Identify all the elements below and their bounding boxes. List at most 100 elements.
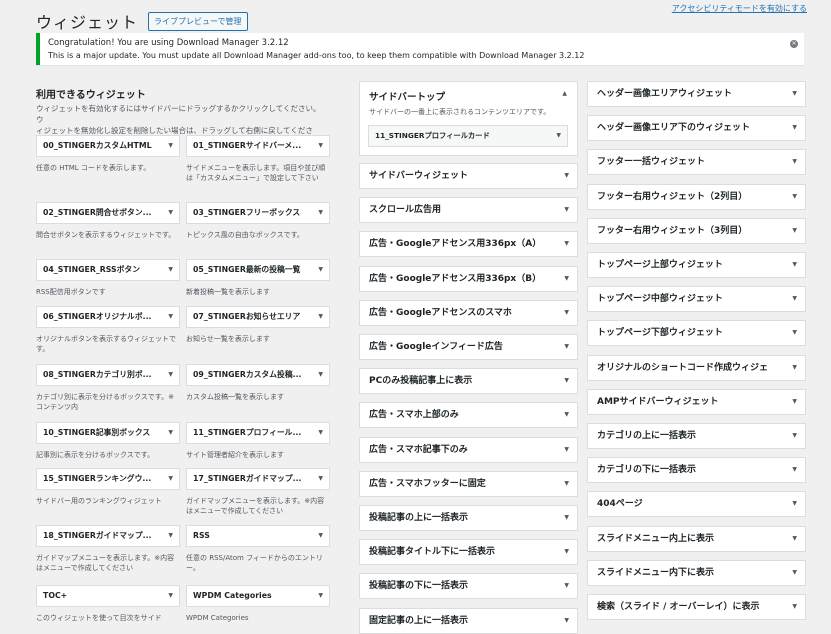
widget-area[interactable]: AMPサイドバーウィジェット ▼ — [587, 388, 806, 415]
widget-area[interactable]: フッター右用ウィジェット（2列目） ▼ — [587, 183, 806, 210]
widget-item[interactable]: 04_STINGER_RSSボタン ▼ — [36, 259, 180, 281]
chevron-down-icon[interactable]: ▼ — [792, 561, 797, 585]
chevron-down-icon[interactable]: ▼ — [564, 506, 569, 530]
chevron-down-icon[interactable]: ▼ — [318, 586, 323, 606]
chevron-down-icon[interactable]: ▼ — [792, 321, 797, 345]
widget-item[interactable]: WPDM Categories ▼ — [186, 585, 330, 607]
widget-area[interactable]: PCのみ投稿記事上に表示 ▼ — [359, 368, 578, 395]
widget-item[interactable]: 02_STINGER問合せボタン... ▼ — [36, 202, 180, 224]
chevron-down-icon[interactable]: ▼ — [792, 390, 797, 414]
widget-area[interactable]: ヘッダー画像エリアウィジェット ▼ — [587, 81, 806, 107]
chevron-down-icon[interactable]: ▼ — [792, 116, 797, 140]
chevron-down-icon[interactable]: ▼ — [168, 469, 173, 489]
widget-area[interactable]: スライドメニュー内下に表示 ▼ — [587, 559, 806, 586]
chevron-down-icon[interactable]: ▼ — [556, 126, 561, 146]
widget-area[interactable]: トップページ下部ウィジェット ▼ — [587, 320, 806, 347]
widget-area[interactable]: 広告・Googleアドセンス用336px（B） ▼ — [359, 265, 578, 292]
chevron-down-icon[interactable]: ▼ — [318, 203, 323, 223]
chevron-down-icon[interactable]: ▼ — [318, 365, 323, 385]
chevron-down-icon[interactable]: ▼ — [564, 369, 569, 393]
widget-item[interactable]: 11_STINGERプロフィール... ▼ — [186, 422, 330, 444]
chevron-down-icon[interactable]: ▼ — [564, 438, 569, 462]
widget-item[interactable]: 15_STINGERランキングウ... ▼ — [36, 468, 180, 490]
chevron-down-icon[interactable]: ▼ — [564, 574, 569, 598]
chevron-down-icon[interactable]: ▼ — [792, 253, 797, 277]
chevron-down-icon[interactable]: ▼ — [168, 260, 173, 280]
chevron-down-icon[interactable]: ▼ — [792, 424, 797, 448]
widget-item[interactable]: RSS ▼ — [186, 525, 330, 547]
chevron-down-icon[interactable]: ▼ — [318, 136, 323, 156]
widget-area[interactable]: カテゴリの下に一括表示 ▼ — [587, 457, 806, 484]
chevron-down-icon[interactable]: ▼ — [168, 586, 173, 606]
widget-area[interactable]: カテゴリの上に一括表示 ▼ — [587, 423, 806, 449]
widget-area[interactable]: スライドメニュー内上に表示 ▼ — [587, 525, 806, 552]
chevron-down-icon[interactable]: ▼ — [564, 403, 569, 427]
chevron-up-icon[interactable]: ▲ — [562, 90, 567, 97]
chevron-down-icon[interactable]: ▼ — [564, 540, 569, 564]
widget-area[interactable]: 広告・スマホ記事下のみ ▼ — [359, 436, 578, 463]
chevron-down-icon[interactable]: ▼ — [564, 335, 569, 359]
chevron-down-icon[interactable]: ▼ — [792, 150, 797, 174]
chevron-down-icon[interactable]: ▼ — [318, 260, 323, 280]
widget-item[interactable]: 01_STINGERサイドバーメ... ▼ — [186, 135, 330, 157]
chevron-down-icon[interactable]: ▼ — [168, 526, 173, 546]
widget-item[interactable]: 06_STINGERオリジナルボ... ▼ — [36, 306, 180, 328]
widget-area[interactable]: オリジナルのショートコード作成ウィジェ ▼ — [587, 354, 806, 381]
widget-item[interactable]: 00_STINGERカスタムHTML ▼ — [36, 135, 180, 157]
widget-area[interactable]: スクロール広告用 ▼ — [359, 197, 578, 224]
widget-area[interactable]: 広告・Googleアドセンス用336px（A） ▼ — [359, 231, 578, 258]
chevron-down-icon[interactable]: ▼ — [168, 365, 173, 385]
chevron-down-icon[interactable]: ▼ — [564, 472, 569, 496]
chevron-down-icon[interactable]: ▼ — [792, 356, 797, 380]
accessibility-mode-link[interactable]: アクセシビリティモードを有効にする — [672, 3, 807, 14]
widget-item[interactable]: 09_STINGERカスタム投稿... ▼ — [186, 364, 330, 386]
widget-area[interactable]: フッター右用ウィジェット（3列目） ▼ — [587, 217, 806, 244]
widget-item[interactable]: 08_STINGERカテゴリ別ボ... ▼ — [36, 364, 180, 386]
widget-area[interactable]: 404ページ ▼ — [587, 491, 806, 518]
widget-item[interactable]: 03_STINGERフリーボックス ▼ — [186, 202, 330, 224]
widget-area[interactable]: トップページ中部ウィジェット ▼ — [587, 286, 806, 313]
widget-area[interactable]: 投稿記事タイトル下に一括表示 ▼ — [359, 539, 578, 566]
chevron-down-icon[interactable]: ▼ — [792, 595, 797, 619]
chevron-down-icon[interactable]: ▼ — [792, 82, 797, 106]
chevron-down-icon[interactable]: ▼ — [318, 423, 323, 443]
widget-item[interactable]: 10_STINGER記事別ボックス ▼ — [36, 422, 180, 444]
widget-area[interactable]: ヘッダー画像エリア下のウィジェット ▼ — [587, 115, 806, 142]
widget-item[interactable]: 18_STINGERガイドマップ... ▼ — [36, 525, 180, 547]
live-preview-button[interactable]: ライブプレビューで管理 — [148, 11, 248, 31]
widget-area[interactable]: 投稿記事の下に一括表示 ▼ — [359, 573, 578, 600]
widget-area[interactable]: フッター一括ウィジェット ▼ — [587, 149, 806, 176]
chevron-down-icon[interactable]: ▼ — [564, 301, 569, 325]
widget-area[interactable]: 広告・Googleアドセンスのスマホ ▼ — [359, 299, 578, 326]
chevron-down-icon[interactable]: ▼ — [792, 185, 797, 209]
widget-item[interactable]: TOC+ ▼ — [36, 585, 180, 607]
chevron-down-icon[interactable]: ▼ — [792, 219, 797, 243]
widget-area[interactable]: 広告・スマホ上部のみ ▼ — [359, 402, 578, 429]
widget-area[interactable]: 検索（スライド / オーバーレイ）に表示 ▼ — [587, 594, 806, 620]
chevron-down-icon[interactable]: ▼ — [318, 526, 323, 546]
widget-item[interactable]: 17_STINGERガイドマップ... ▼ — [186, 468, 330, 490]
chevron-down-icon[interactable]: ▼ — [792, 287, 797, 311]
chevron-down-icon[interactable]: ▼ — [168, 423, 173, 443]
chevron-down-icon[interactable]: ▼ — [564, 267, 569, 291]
widget-area[interactable]: サイドバーウィジェット ▼ — [359, 163, 578, 189]
widget-area[interactable]: 広告・スマホフッターに固定 ▼ — [359, 470, 578, 497]
sidebar-area-top[interactable]: サイドバートップ ▲ サイドバーの一番上に表示されるコンテンツエリアです。 11… — [359, 81, 578, 156]
placed-widget[interactable]: 11_STINGERプロフィールカード ▼ — [368, 125, 568, 147]
widget-area[interactable]: 広告・Googleインフィード広告 ▼ — [359, 334, 578, 360]
widget-area[interactable]: 投稿記事の上に一括表示 ▼ — [359, 505, 578, 531]
chevron-down-icon[interactable]: ▼ — [564, 232, 569, 256]
close-icon[interactable]: × — [790, 40, 798, 48]
chevron-down-icon[interactable]: ▼ — [318, 469, 323, 489]
chevron-down-icon[interactable]: ▼ — [318, 307, 323, 327]
chevron-down-icon[interactable]: ▼ — [564, 198, 569, 222]
widget-item[interactable]: 05_STINGER最新の投稿一覧 ▼ — [186, 259, 330, 281]
chevron-down-icon[interactable]: ▼ — [792, 527, 797, 551]
widget-area[interactable]: トップページ上部ウィジェット ▼ — [587, 252, 806, 278]
chevron-down-icon[interactable]: ▼ — [792, 492, 797, 516]
chevron-down-icon[interactable]: ▼ — [168, 307, 173, 327]
chevron-down-icon[interactable]: ▼ — [792, 458, 797, 482]
chevron-down-icon[interactable]: ▼ — [564, 609, 569, 633]
chevron-down-icon[interactable]: ▼ — [168, 136, 173, 156]
chevron-down-icon[interactable]: ▼ — [168, 203, 173, 223]
